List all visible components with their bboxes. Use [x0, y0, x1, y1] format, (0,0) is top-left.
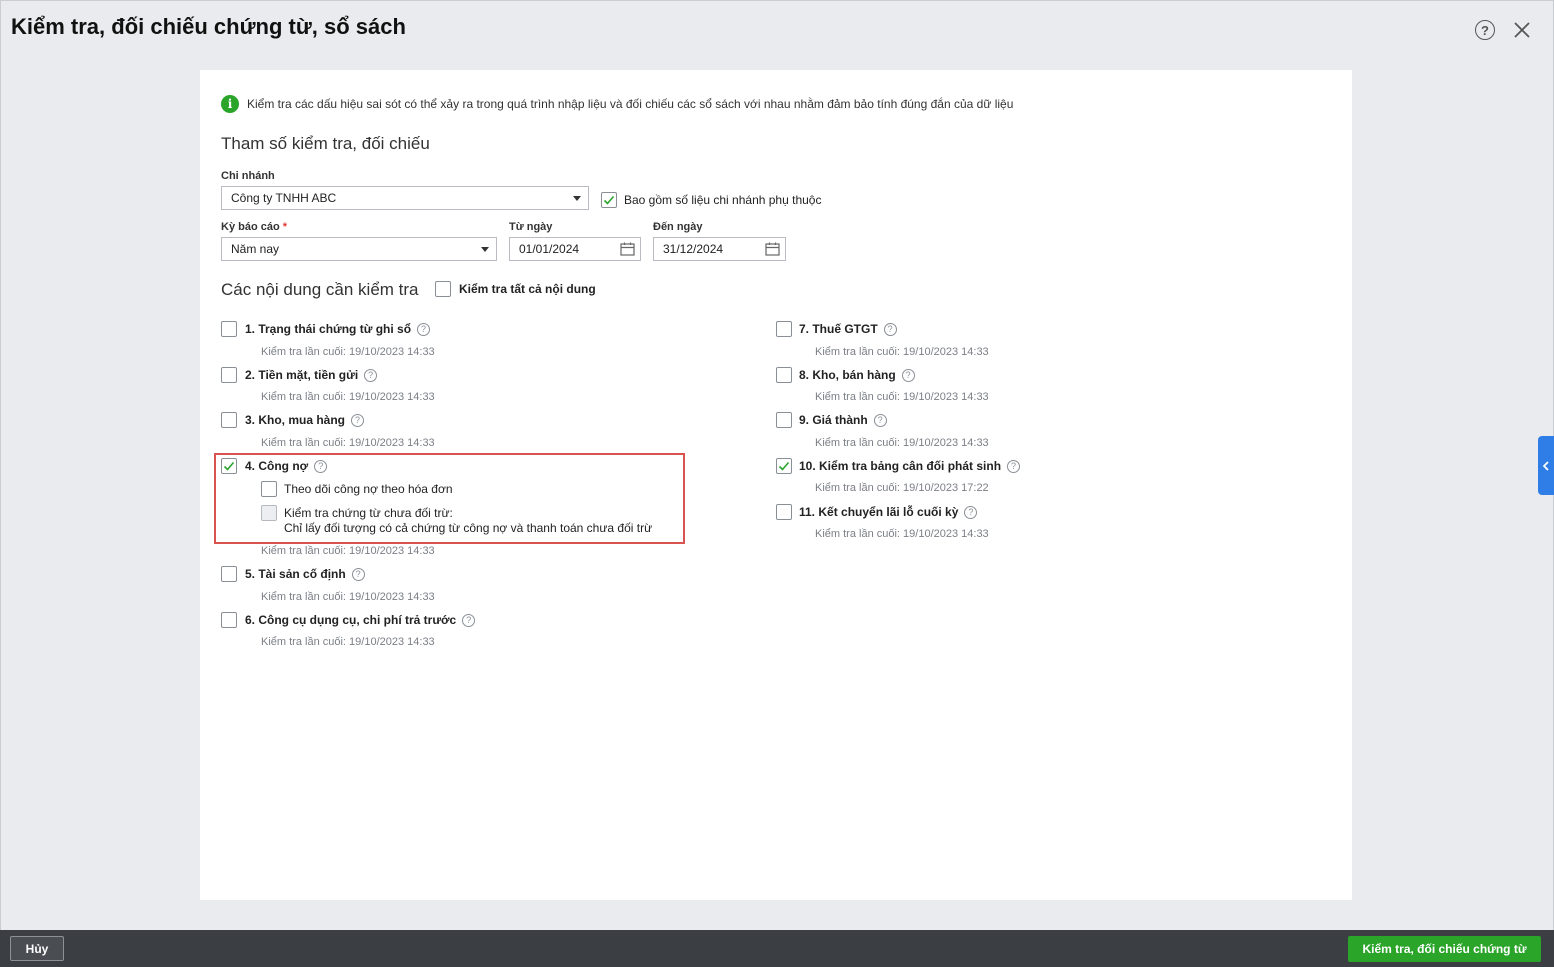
question-circle-icon[interactable]: ? [883, 322, 897, 336]
item-7: 7. Thuế GTGT? [799, 322, 897, 336]
item-2: 2. Tiền mặt, tiền gửi? [245, 368, 378, 382]
chevron-down-icon [573, 196, 581, 201]
period-label: Kỳ báo cáo * [221, 221, 287, 233]
item-6: 6. Công cụ dụng cụ, chi phí trả trước? [245, 613, 476, 627]
item-11: 11. Kết chuyển lãi lỗ cuối kỳ? [799, 505, 978, 519]
contents-section-title: Các nội dung cần kiểm tra [221, 280, 419, 299]
calendar-icon[interactable] [620, 242, 635, 256]
item-2-checkbox[interactable] [221, 367, 237, 383]
question-circle-icon[interactable]: ? [351, 413, 365, 427]
info-icon: i [221, 95, 239, 113]
item-10-checkbox[interactable] [776, 458, 792, 474]
item-9-checkbox[interactable] [776, 412, 792, 428]
to-date-value: 31/12/2024 [663, 242, 724, 256]
item-7-label: 7. Thuế GTGT [799, 322, 878, 336]
track-by-invoice-label: Theo dõi công nợ theo hóa đơn [284, 482, 453, 496]
required-marker: * [282, 221, 288, 233]
chevron-left-icon [1542, 460, 1549, 471]
item-7-checkbox[interactable] [776, 321, 792, 337]
item-8: 8. Kho, bán hàng? [799, 368, 915, 382]
question-circle-icon[interactable]: ? [901, 368, 915, 382]
item-11-last-check: Kiểm tra lần cuối: 19/10/2023 14:33 [815, 528, 989, 540]
checkmark-icon [778, 461, 790, 471]
item-8-label: 8. Kho, bán hàng [799, 368, 896, 382]
item-1: 1. Trạng thái chứng từ ghi sổ? [245, 322, 431, 336]
item-10: 10. Kiểm tra bảng cân đối phát sinh? [799, 459, 1021, 473]
item-8-last-check: Kiểm tra lần cuối: 19/10/2023 14:33 [815, 391, 989, 403]
item-5: 5. Tài sản cố định? [245, 567, 365, 581]
question-circle-icon[interactable]: ? [417, 322, 431, 336]
unoffset-label-line2: Chỉ lấy đối tượng có cả chứng từ công nợ… [284, 521, 653, 535]
item-9-last-check: Kiểm tra lần cuối: 19/10/2023 14:33 [815, 437, 989, 449]
question-circle-icon[interactable]: ? [364, 368, 378, 382]
item-3-checkbox[interactable] [221, 412, 237, 428]
branch-value: Công ty TNHH ABC [231, 191, 337, 205]
question-circle-icon[interactable]: ? [1007, 459, 1021, 473]
to-date-label: Đến ngày [653, 221, 703, 233]
item-4-last-check: Kiểm tra lần cuối: 19/10/2023 14:33 [261, 545, 435, 557]
from-date-label: Từ ngày [509, 221, 553, 233]
item-6-last-check: Kiểm tra lần cuối: 19/10/2023 14:33 [261, 636, 435, 648]
close-icon[interactable] [1512, 20, 1532, 40]
check-all-label: Kiểm tra tất cả nội dung [459, 282, 596, 296]
from-date-input[interactable]: 01/01/2024 [509, 237, 641, 261]
item-5-label: 5. Tài sản cố định [245, 567, 346, 581]
from-date-value: 01/01/2024 [519, 242, 580, 256]
item-9: 9. Giá thành? [799, 413, 887, 427]
item-1-last-check: Kiểm tra lần cuối: 19/10/2023 14:33 [261, 346, 435, 358]
item-6-label: 6. Công cụ dụng cụ, chi phí trả trước [245, 613, 457, 627]
dialog-title: Kiểm tra, đối chiếu chứng từ, sổ sách [11, 14, 406, 39]
item-7-last-check: Kiểm tra lần cuối: 19/10/2023 14:33 [815, 346, 989, 358]
question-circle-icon[interactable]: ? [314, 459, 328, 473]
unoffset-checkbox [261, 505, 277, 521]
chevron-down-icon [481, 247, 489, 252]
info-banner: i Kiểm tra các dấu hiệu sai sót có thể x… [221, 95, 1013, 113]
footer-bar: Hủy Kiểm tra, đối chiếu chứng từ [0, 930, 1554, 967]
item-10-label: 10. Kiểm tra bảng cân đối phát sinh [799, 459, 1002, 473]
item-6-checkbox[interactable] [221, 612, 237, 628]
question-circle-icon[interactable]: ? [462, 613, 476, 627]
item-2-label: 2. Tiền mặt, tiền gửi [245, 368, 359, 382]
item-10-last-check: Kiểm tra lần cuối: 19/10/2023 17:22 [815, 482, 989, 494]
branch-label: Chi nhánh [221, 170, 275, 182]
item-9-label: 9. Giá thành [799, 413, 868, 427]
item-11-label: 11. Kết chuyển lãi lỗ cuối kỳ [799, 505, 959, 519]
item-4-checkbox[interactable] [221, 458, 237, 474]
item-1-label: 1. Trạng thái chứng từ ghi sổ [245, 322, 412, 336]
side-panel-toggle[interactable] [1538, 436, 1554, 495]
period-value: Năm nay [231, 242, 280, 256]
item-4: 4. Công nợ? [245, 459, 328, 473]
item-3: 3. Kho, mua hàng? [245, 413, 365, 427]
info-text: Kiểm tra các dấu hiệu sai sót có thể xảy… [247, 97, 1014, 111]
check-reconcile-button[interactable]: Kiểm tra, đối chiếu chứng từ [1348, 936, 1541, 962]
track-by-invoice-checkbox[interactable] [261, 481, 277, 497]
question-circle-icon[interactable]: ? [351, 567, 365, 581]
checkmark-icon [603, 195, 615, 205]
item-3-last-check: Kiểm tra lần cuối: 19/10/2023 14:33 [261, 437, 435, 449]
include-branches-checkbox[interactable] [601, 192, 617, 208]
item-5-checkbox[interactable] [221, 566, 237, 582]
item-2-last-check: Kiểm tra lần cuối: 19/10/2023 14:33 [261, 391, 435, 403]
to-date-input[interactable]: 31/12/2024 [653, 237, 786, 261]
branch-select[interactable]: Công ty TNHH ABC [221, 186, 589, 210]
cancel-button[interactable]: Hủy [10, 936, 64, 961]
item-8-checkbox[interactable] [776, 367, 792, 383]
unoffset-label-line1: Kiểm tra chứng từ chưa đối trừ: [284, 506, 453, 520]
period-label-text: Kỳ báo cáo [221, 221, 280, 233]
question-circle-icon[interactable]: ? [964, 505, 978, 519]
checkmark-icon [223, 461, 235, 471]
item-5-last-check: Kiểm tra lần cuối: 19/10/2023 14:33 [261, 591, 435, 603]
params-section-title: Tham số kiểm tra, đối chiếu [221, 134, 430, 153]
item-11-checkbox[interactable] [776, 504, 792, 520]
period-select[interactable]: Năm nay [221, 237, 497, 261]
calendar-icon[interactable] [765, 242, 780, 256]
item-4-label: 4. Công nợ [245, 459, 309, 473]
item-1-checkbox[interactable] [221, 321, 237, 337]
include-branches-label: Bao gồm số liệu chi nhánh phụ thuộc [624, 193, 822, 207]
item-3-label: 3. Kho, mua hàng [245, 413, 346, 427]
help-icon[interactable]: ? [1475, 20, 1495, 40]
question-circle-icon[interactable]: ? [873, 413, 887, 427]
check-all-checkbox[interactable] [435, 281, 451, 297]
